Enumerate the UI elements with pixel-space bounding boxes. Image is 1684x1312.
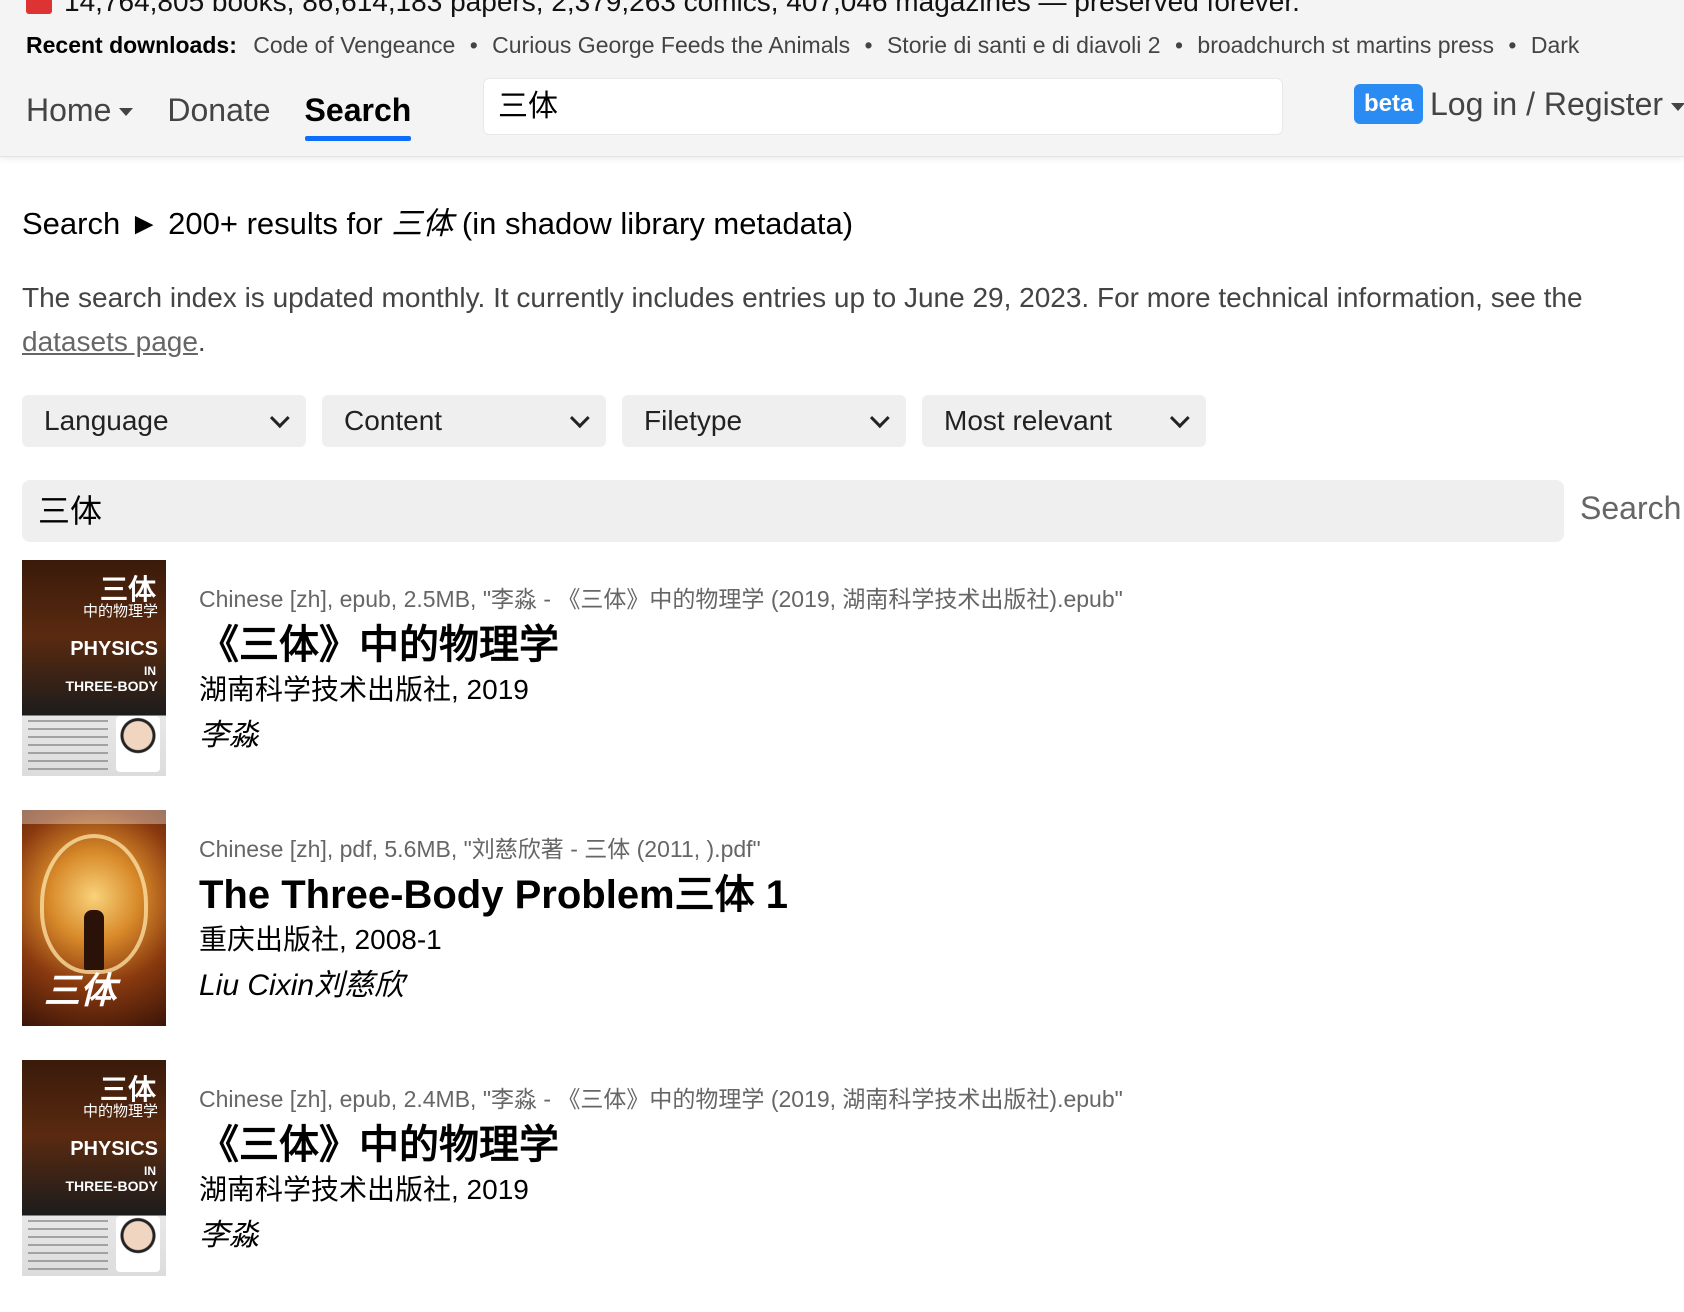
note-text: The search index is updated monthly. It … <box>22 282 1583 313</box>
language-select-label: Language <box>44 405 169 436</box>
cover-figure <box>84 910 104 970</box>
separator: • <box>864 32 873 58</box>
cover-en-title: IN <box>144 1164 156 1178</box>
recent-download-link[interactable]: Storie di santi e di diavoli 2 <box>887 32 1161 58</box>
note-end: . <box>197 326 206 357</box>
result-meta: Chinese [zh], pdf, 5.6MB, "刘慈欣著 - 三体 (20… <box>199 836 761 862</box>
author-photo <box>116 1216 160 1272</box>
filetype-select[interactable]: Filetype <box>622 395 906 447</box>
top-header: 14,764,805 books, 86,614,183 papers, 2,3… <box>0 0 1684 157</box>
result-publisher: 重庆出版社, 2008-1 <box>199 924 442 955</box>
separator: • <box>1508 32 1517 58</box>
book-cover[interactable]: 三体 <box>22 810 166 1026</box>
content-select[interactable]: Content <box>322 395 606 447</box>
recent-download-link[interactable]: Dark <box>1531 32 1580 58</box>
cover-publisher-strip <box>22 810 166 824</box>
heading-query: 三体 <box>391 206 454 242</box>
cover-text-lines <box>28 720 108 770</box>
book-cover[interactable]: 三体 中的物理学 PHYSICS IN THREE-BODY <box>22 1060 166 1276</box>
cover-en-title: THREE-BODY <box>65 1178 158 1194</box>
result-title[interactable]: 《三体》中的物理学 <box>199 1112 559 1170</box>
cover-en-title: THREE-BODY <box>65 678 158 694</box>
recent-downloads-label: Recent downloads: <box>26 32 237 58</box>
search-button[interactable]: Search <box>1580 490 1681 527</box>
cover-title: 三体 <box>44 970 117 1012</box>
logo-icon <box>26 0 52 14</box>
main-nav: Home Donate Search <box>26 85 445 141</box>
result-title[interactable]: 《三体》中的物理学 <box>199 612 559 670</box>
beta-badge: beta <box>1354 84 1424 124</box>
index-note: The search index is updated monthly. It … <box>22 276 1662 364</box>
result-publisher: 湖南科学技术出版社, 2019 <box>199 674 529 705</box>
result-meta: Chinese [zh], epub, 2.5MB, "李淼 - 《三体》中的物… <box>199 586 1123 612</box>
chevron-down-icon <box>269 408 290 429</box>
nav-home-label: Home <box>26 91 112 128</box>
nav-search[interactable]: Search <box>304 92 411 141</box>
result-author: 李淼 <box>199 719 259 752</box>
filter-bar: Language Content Filetype Most relevant <box>22 395 1222 447</box>
book-cover[interactable]: 三体 中的物理学 PHYSICS IN THREE-BODY <box>22 560 166 776</box>
heading-suffix: (in shadow library metadata) <box>453 206 854 241</box>
result-author: 李淼 <box>199 1219 259 1252</box>
chevron-down-icon <box>569 408 590 429</box>
chevron-down-icon <box>869 408 890 429</box>
heading-prefix: Search ► 200+ results for <box>22 206 392 241</box>
main-search-input[interactable]: 三体 <box>22 480 1564 542</box>
cover-subtitle: 中的物理学 <box>82 602 158 620</box>
login-register-link[interactable]: Log in / Register <box>1430 86 1684 123</box>
result-author: Liu Cixin刘慈欣 <box>199 969 405 1002</box>
caret-down-icon <box>1671 102 1684 111</box>
cover-text-lines <box>28 1220 108 1270</box>
recent-download-link[interactable]: Code of Vengeance <box>253 32 455 58</box>
cover-en-title: PHYSICS <box>70 1138 158 1160</box>
filetype-select-label: Filetype <box>644 405 743 436</box>
language-select[interactable]: Language <box>22 395 306 447</box>
sort-select-label: Most relevant <box>944 405 1113 436</box>
cover-subtitle: 中的物理学 <box>82 1102 158 1120</box>
result-title[interactable]: The Three-Body Problem三体 1 <box>199 862 788 920</box>
cover-en-title: PHYSICS <box>70 638 158 660</box>
datasets-link[interactable]: datasets page <box>22 326 198 357</box>
separator: • <box>469 32 478 58</box>
result-publisher: 湖南科学技术出版社, 2019 <box>199 1174 529 1205</box>
result-item[interactable]: 三体 Chinese [zh], pdf, 5.6MB, "刘慈欣著 - 三体 … <box>22 810 1642 1026</box>
chevron-down-icon <box>1169 408 1190 429</box>
result-meta: Chinese [zh], epub, 2.4MB, "李淼 - 《三体》中的物… <box>199 1086 1123 1112</box>
header-search-input[interactable]: 三体 <box>483 78 1283 135</box>
recent-downloads: Recent downloads: Code of Vengeance • Cu… <box>26 32 1684 59</box>
nav-home[interactable]: Home <box>26 91 134 129</box>
author-photo <box>116 716 160 772</box>
sort-select[interactable]: Most relevant <box>922 395 1206 447</box>
stats-text: 14,764,805 books, 86,614,183 papers, 2,3… <box>64 0 1300 17</box>
results-heading: Search ► 200+ results for 三体 (in shadow … <box>22 198 853 243</box>
site-stats: 14,764,805 books, 86,614,183 papers, 2,3… <box>26 0 1300 18</box>
result-item[interactable]: 三体 中的物理学 PHYSICS IN THREE-BODY Chinese [… <box>22 560 1642 776</box>
separator: • <box>1174 32 1184 58</box>
content-select-label: Content <box>344 405 443 436</box>
nav-donate[interactable]: Donate <box>167 92 270 129</box>
login-register-label: Log in / Register <box>1430 86 1664 122</box>
recent-download-link[interactable]: Curious George Feeds the Animals <box>492 32 850 58</box>
caret-down-icon <box>119 108 134 117</box>
cover-en-title: IN <box>144 664 156 678</box>
recent-download-link[interactable]: broadchurch st martins press <box>1197 32 1494 58</box>
result-item[interactable]: 三体 中的物理学 PHYSICS IN THREE-BODY Chinese [… <box>22 1060 1642 1276</box>
